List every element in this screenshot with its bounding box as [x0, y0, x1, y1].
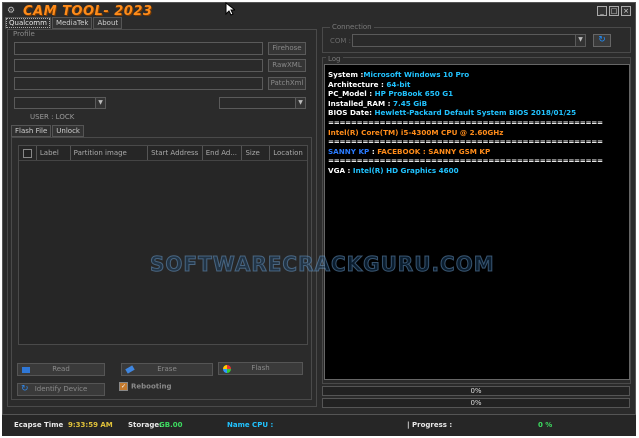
rebooting-checkbox[interactable]: ✓ Rebooting	[119, 382, 172, 391]
storage-type-select[interactable]: ▼	[14, 97, 106, 109]
column-header-label[interactable]: Label	[37, 146, 71, 160]
log-line: VGA : Intel(R) HD Graphics 4600	[328, 165, 459, 175]
close-icon[interactable]: ×	[621, 6, 631, 16]
storage-label: Storage:	[128, 421, 162, 429]
log-line: System :Microsoft Windows 10 Pro	[328, 70, 470, 79]
log-label: Log	[326, 55, 343, 63]
rebooting-label: Rebooting	[131, 382, 172, 391]
select-all-checkbox[interactable]	[19, 146, 37, 160]
log-separator: ========================================…	[328, 117, 603, 127]
log-line: BIOS Date: Hewlett-Packard Default Syste…	[328, 108, 577, 118]
check-icon: ✓	[119, 382, 128, 391]
table-header: Label Partition image Start Address End …	[19, 146, 307, 161]
chevron-down-icon: ▼	[575, 35, 585, 46]
elapse-time-value: 9:33:59 AM	[68, 421, 113, 429]
log-line: Architecture : 64-bit	[328, 79, 411, 89]
log-separator: ========================================…	[328, 137, 603, 147]
progress-label: | Progress :	[407, 421, 453, 429]
tab-unlock[interactable]: Unlock	[52, 125, 84, 137]
log-credit-segment: SANNY GSM KP	[428, 146, 491, 156]
mouse-cursor-icon	[225, 2, 235, 16]
refresh-ports-button[interactable]: ↻	[593, 34, 611, 47]
window-controls: _ □ ×	[597, 6, 631, 16]
rawxml-button[interactable]: RawXML	[268, 59, 306, 72]
log-line-credits: SANNY KP : FACEBOOK : SANNY GSM KP	[328, 147, 626, 157]
sub-tabs: Flash File Unlock	[11, 125, 85, 137]
user-status: USER : LOCK	[30, 113, 75, 121]
log-line: PC_Model : HP ProBook 650 G1	[328, 89, 454, 99]
tab-about[interactable]: About	[93, 17, 123, 29]
column-header-size[interactable]: Size	[242, 146, 271, 160]
com-label: COM :	[330, 37, 352, 45]
storage-value: GB.00	[159, 421, 183, 429]
com-port-select[interactable]: ▼	[352, 34, 586, 47]
chevron-down-icon: ▼	[295, 98, 305, 108]
elapse-time-label: Ecapse Time	[14, 421, 64, 429]
progress-bar-2: 0%	[322, 398, 630, 408]
flash-button[interactable]: Flash	[218, 362, 303, 375]
status-bar: Ecapse Time 9:33:59 AM Storage: GB.00 Na…	[2, 414, 636, 436]
column-header-end-address[interactable]: End Ad...	[203, 146, 243, 160]
chevron-down-icon: ▼	[95, 98, 105, 108]
patchxml-path-field[interactable]	[14, 77, 263, 90]
progress-bar-1-label: 0%	[470, 387, 482, 395]
log-line: Installed_RAM : 7.45 GiB	[328, 98, 428, 108]
patchxml-button[interactable]: PatchXml	[268, 77, 306, 90]
progress-bar-1: 0%	[322, 386, 630, 396]
maximize-icon[interactable]: □	[609, 6, 619, 16]
cpu-label: Name CPU :	[227, 421, 274, 429]
minimize-icon[interactable]: _	[597, 6, 607, 16]
progress-bar-2-label: 0%	[470, 399, 482, 407]
main-tabs: Qualcomm MediaTek About	[5, 17, 123, 29]
rawxml-path-field[interactable]	[14, 59, 263, 72]
read-button[interactable]: Read	[17, 363, 105, 376]
column-header-partition-image[interactable]: Partition image	[71, 146, 149, 160]
device-model-select[interactable]: ▼	[219, 97, 306, 109]
erase-button[interactable]: Erase	[121, 363, 213, 376]
column-header-location[interactable]: Location	[270, 146, 307, 160]
log-output[interactable]: System :Microsoft Windows 10 Pro Archite…	[324, 64, 630, 380]
log-credit-segment: FACEBOOK	[377, 146, 421, 156]
tab-flash-file[interactable]: Flash File	[11, 125, 52, 137]
log-separator: ========================================…	[328, 156, 603, 166]
watermark-text: SOFTWARECRACKGURU.COM	[150, 252, 495, 277]
log-line: Intel(R) Core(TM) i5-4300M CPU @ 2.60GHz	[328, 127, 504, 137]
tab-mediatek[interactable]: MediaTek	[51, 17, 93, 29]
log-credit-segment: SANNY KP	[328, 146, 370, 156]
connection-label: Connection	[330, 23, 374, 31]
partition-table: Label Partition image Start Address End …	[18, 145, 308, 345]
column-header-start-address[interactable]: Start Address	[148, 146, 203, 160]
firehose-path-field[interactable]	[14, 42, 263, 55]
firehose-button[interactable]: Firehose	[268, 42, 306, 55]
refresh-icon: ↻	[598, 35, 606, 45]
identify-device-button[interactable]: ↻ Identify Device	[17, 383, 105, 396]
progress-value: 0 %	[538, 421, 553, 429]
profile-label: Profile	[13, 30, 35, 38]
tab-qualcomm[interactable]: Qualcomm	[5, 17, 51, 29]
app-icon: ⚙	[7, 6, 16, 16]
